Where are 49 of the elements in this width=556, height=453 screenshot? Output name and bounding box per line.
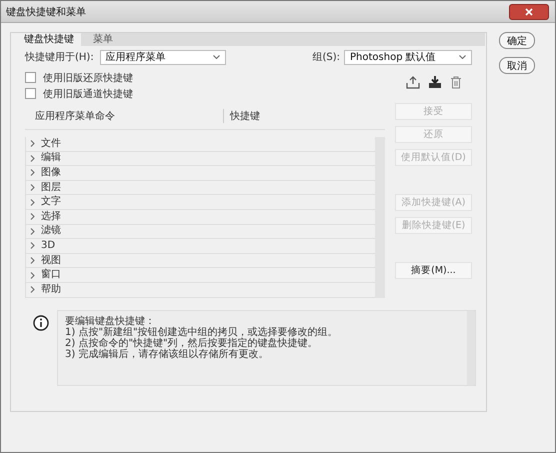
close-icon [525,8,533,16]
export-icon[interactable] [406,76,420,88]
info-icon [33,314,49,331]
chevron-icon[interactable] [30,198,35,206]
menu-row[interactable]: 编辑 [26,152,375,166]
dialog-button[interactable]: 取消 [499,57,535,74]
shortcuts-for-label: 快捷键用于(H): [25,50,94,64]
chevron-icon[interactable] [30,140,35,148]
checkbox[interactable] [25,88,36,99]
chevron-icon[interactable] [30,286,35,294]
trash-icon[interactable] [450,76,462,88]
instruction-line: 要编辑键盘快捷键： [65,316,156,327]
chevron-icon[interactable] [30,154,35,162]
chevron-down-icon [212,55,220,59]
checkbox[interactable] [25,72,36,83]
menu-row[interactable]: 文字 [26,195,375,210]
menu-row[interactable]: 选择 [26,210,375,225]
instruction-line: 2) 点按命令的"快捷键"列，然后按要指定的键盘快捷键。 [65,338,319,349]
chevron-icon[interactable] [30,257,35,264]
set-dropdown[interactable]: Photoshop 默认值 [344,50,472,64]
chevron-down-icon [459,55,466,59]
checkbox-label: 使用旧版还原快捷键 [43,72,133,84]
window-title: 键盘快捷键和菜单 [6,6,86,18]
menu-row[interactable]: 3D [26,239,375,254]
chevron-icon[interactable] [30,184,35,192]
instruction-line: 1) 点按"新建组"按钮创建选中组的拷贝，或选择要修改的组。 [65,326,339,338]
chevron-icon[interactable] [30,242,35,250]
menu-row[interactable]: 窗口 [26,268,375,283]
menu-row[interactable]: 视图 [26,254,375,268]
menu-row[interactable]: 滤镜 [26,224,375,240]
chevron-icon[interactable] [30,272,35,279]
column-header[interactable]: 应用程序菜单命令 [25,109,224,123]
chevron-icon[interactable] [30,213,35,220]
menu-row[interactable]: 图层 [26,180,375,196]
chevron-icon[interactable] [30,169,35,176]
menu-row[interactable]: 帮助 [26,282,375,298]
instruction-line: 3) 完成编辑后，请存储该组以存储所有更改。 [65,348,270,360]
menu-row[interactable]: 图像 [26,166,375,181]
dialog-button[interactable]: 确定 [499,32,535,49]
chevron-icon[interactable] [30,228,35,235]
menu-row[interactable]: 文件 [26,137,375,152]
checkbox-label: 使用旧版通道快捷键 [43,88,133,100]
set-label: 组(S): [312,51,340,64]
save-icon[interactable] [428,76,442,88]
shortcuts-for-dropdown[interactable]: 应用程序菜单 [100,50,226,64]
tab[interactable]: 键盘快捷键 [12,33,81,46]
close-button[interactable] [509,4,549,20]
column-header[interactable]: 快捷键 [224,109,260,123]
side-button[interactable]: 摘要(M)... [395,262,472,279]
